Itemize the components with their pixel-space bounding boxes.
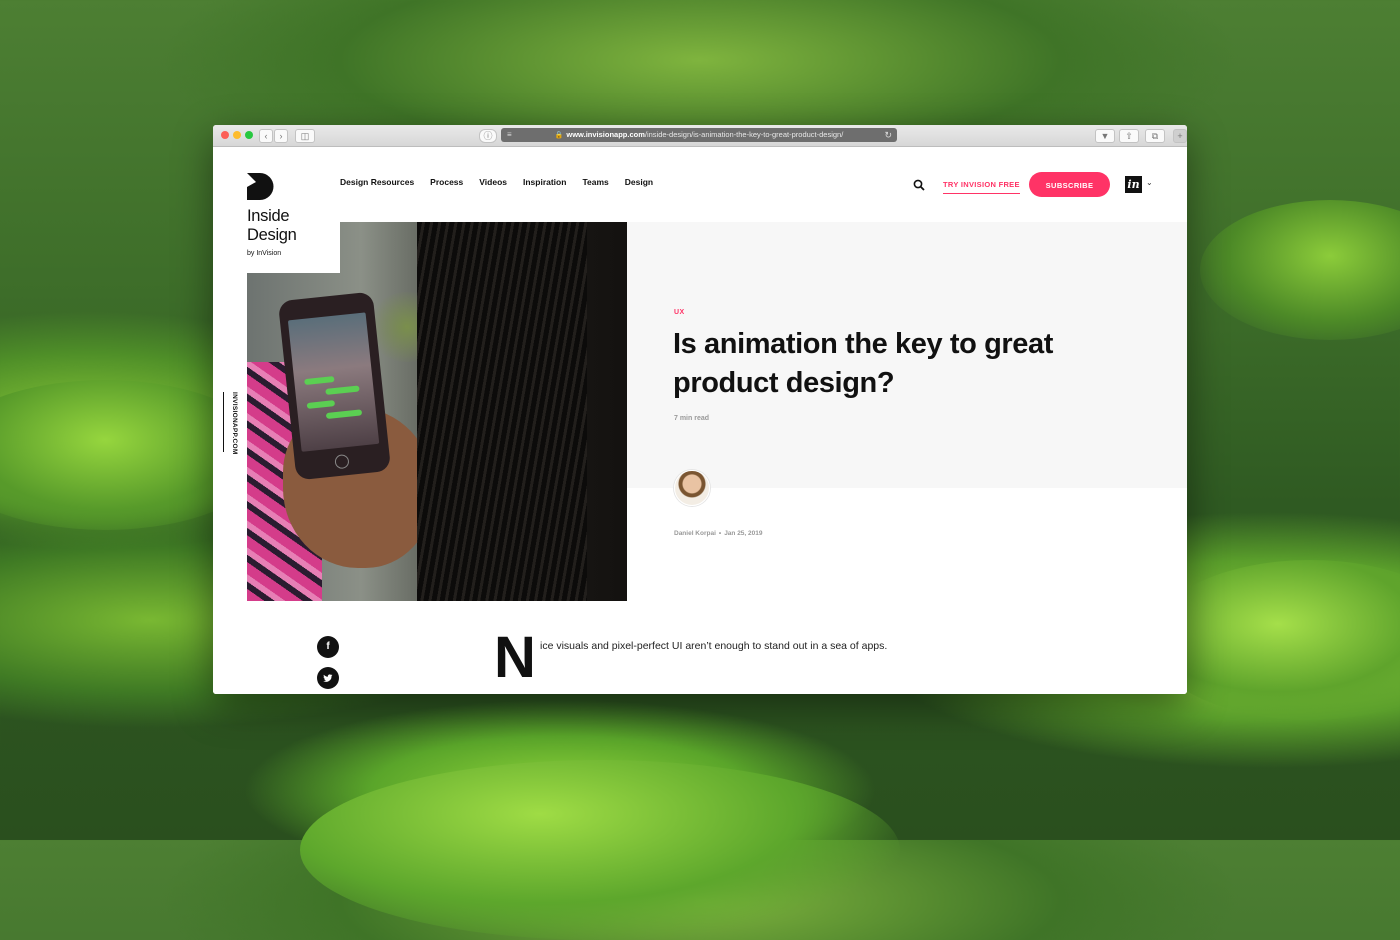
article-title: Is animation the key to great product de… [673,328,1053,399]
tab-overview-button[interactable]: ⧉ [1145,129,1165,143]
new-tab-button[interactable]: + [1173,129,1187,143]
close-window-button[interactable] [221,131,229,139]
article-byline: Daniel Korpai • Jan 25, 2019 [674,530,763,537]
web-page: Inside Design by InVision Design Resourc… [213,147,1187,694]
chat-bubble [325,385,360,395]
hero-phone [277,291,392,481]
address-bar[interactable]: ≡ 🔒 www.invisionapp.com/inside-design/is-… [501,128,897,142]
browser-titlebar: ‹ › ◫ ⓘ ≡ 🔒 www.invisionapp.com/inside-de… [213,125,1187,147]
reload-icon[interactable]: ↻ [884,128,892,142]
logo-title-line1: Inside [247,207,290,225]
author-name[interactable]: Daniel Korpai [674,530,716,537]
minimize-window-button[interactable] [233,131,241,139]
chat-bubble [306,400,336,409]
logo-title-line2: Design [247,226,297,244]
logo-title: Inside Design [247,207,297,245]
hero-hair [417,222,587,601]
search-icon[interactable] [913,179,925,191]
byline-separator: • [718,530,722,537]
nav-item-teams[interactable]: Teams [582,177,608,187]
wallpaper-hill [1200,200,1400,340]
chat-bubble [325,409,363,420]
privacy-report-button[interactable]: ⓘ [479,129,497,143]
zoom-window-button[interactable] [245,131,253,139]
twitter-icon[interactable] [317,667,339,689]
forward-button[interactable]: › [274,129,288,143]
share-button[interactable]: ⇧ [1119,129,1139,143]
author-avatar[interactable] [674,470,710,506]
try-invision-free-link[interactable]: TRY INVISION FREE [943,180,1020,194]
chevron-down-icon[interactable]: ⌄ [1146,178,1153,187]
phone-home-button [334,453,350,470]
nav-item-design-resources[interactable]: Design Resources [340,177,414,187]
article-dropcap: N [494,625,536,690]
nav-item-process[interactable]: Process [430,177,463,187]
nav-item-design[interactable]: Design [625,177,653,187]
side-site-label: INVISIONAPP.COM [223,392,238,455]
chat-bubble [304,376,335,386]
main-nav: Design Resources Process Videos Inspirat… [340,177,669,187]
read-time: 7 min read [674,415,710,422]
article-category[interactable]: UX [674,309,685,316]
invision-logo-icon[interactable]: in [1125,176,1142,193]
lock-icon: 🔒 [554,132,564,139]
inside-design-logo-icon [247,173,274,200]
url-domain: www.invisionapp.com [566,130,645,139]
reader-lines-icon[interactable]: ≡ [507,128,512,142]
publish-date: Jan 25, 2019 [724,530,763,537]
hero-image [247,222,627,601]
hero-phone-screen [287,312,380,452]
wallpaper-hill [300,760,900,940]
logo-byline: by InVision [247,250,282,257]
downloads-button[interactable]: ▼ [1095,129,1115,143]
browser-window: ‹ › ◫ ⓘ ≡ 🔒 www.invisionapp.com/inside-de… [213,125,1187,694]
nav-item-videos[interactable]: Videos [479,177,507,187]
article-intro: ice visuals and pixel-perfect UI aren’t … [540,640,888,652]
facebook-icon[interactable]: f [317,636,339,658]
sidebar-toggle-button[interactable]: ◫ [295,129,315,143]
site-logo[interactable]: Inside Design by InVision [247,173,340,273]
nav-item-inspiration[interactable]: Inspiration [523,177,566,187]
wallpaper-hill [1150,560,1400,720]
back-button[interactable]: ‹ [259,129,273,143]
subscribe-button[interactable]: SUBSCRIBE [1029,172,1110,197]
url-path: /inside-design/is-animation-the-key-to-g… [644,130,844,139]
